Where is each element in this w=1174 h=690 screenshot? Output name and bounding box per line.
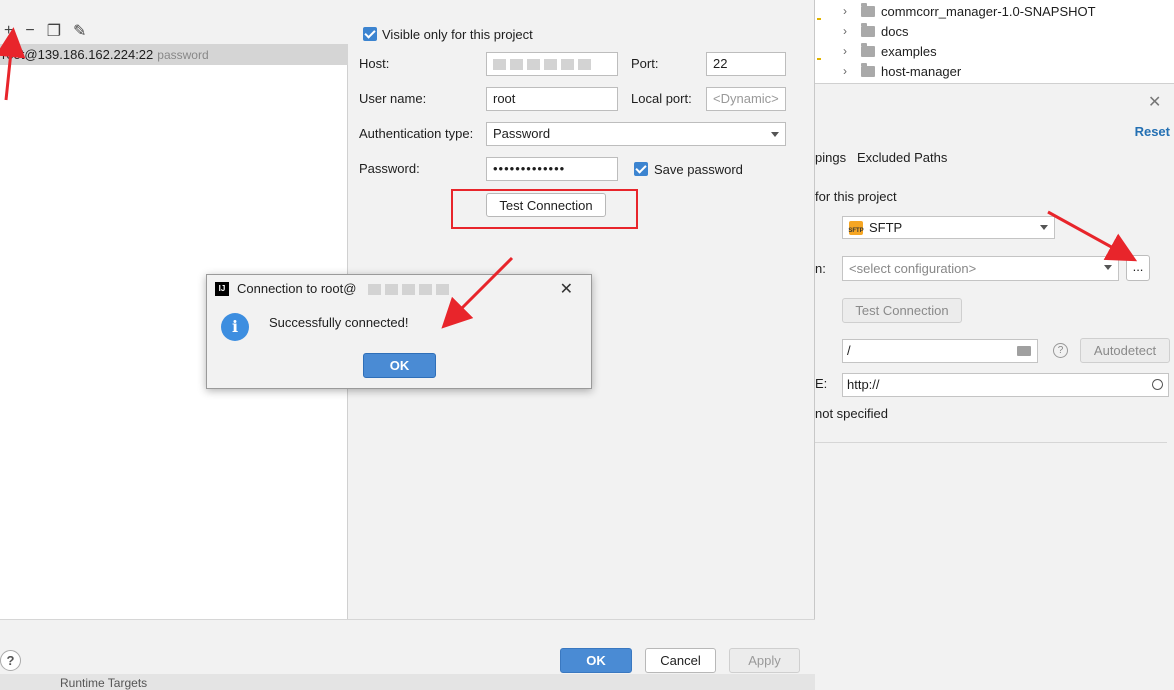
redacted-text — [402, 284, 416, 296]
auth-type-label: Authentication type: — [359, 126, 474, 141]
cancel-button[interactable]: Cancel — [645, 648, 716, 673]
gutter-mark — [817, 18, 821, 20]
chevron-right-icon[interactable]: › — [843, 64, 855, 78]
chevron-right-icon[interactable]: › — [843, 24, 855, 38]
chevron-down-icon — [1040, 225, 1048, 230]
deployment-type-value: SFTP — [869, 220, 903, 235]
save-password-checkbox[interactable] — [634, 162, 648, 176]
root-path-input[interactable]: / — [842, 339, 1038, 363]
popup-message: Successfully connected! — [269, 315, 409, 330]
runtime-targets-label[interactable]: Runtime Targets — [60, 676, 147, 690]
local-port-input[interactable]: <Dynamic> — [706, 87, 786, 111]
folder-open-icon[interactable] — [1017, 346, 1031, 356]
chevron-down-icon — [771, 132, 779, 137]
host-label: Host: — [359, 56, 390, 71]
tree-item[interactable]: › examples — [843, 41, 937, 61]
auth-type-select[interactable]: Password — [486, 122, 786, 146]
deployment-type-select[interactable]: SFTP SFTP — [842, 216, 1055, 239]
username-input[interactable]: root — [486, 87, 618, 111]
chevron-right-icon[interactable]: › — [843, 4, 855, 18]
list-item-host: root@139.186.162.224:22 — [2, 47, 154, 62]
port-label: Port: — [631, 56, 659, 71]
divider — [815, 442, 1167, 443]
redacted-text — [436, 284, 450, 296]
copy-icon[interactable]: ❐ — [47, 21, 61, 41]
popup-title: IJ Connection to root@ — [215, 281, 453, 296]
tree-item-label: host-manager — [881, 63, 962, 79]
help-button[interactable]: ? — [0, 650, 21, 671]
web-url-input[interactable]: http:// — [842, 373, 1169, 397]
visible-for-project-label: for this project — [815, 189, 897, 204]
redacted-text — [544, 59, 557, 71]
tree-item[interactable]: › commcorr_manager-1.0-SNAPSHOT — [843, 1, 1096, 21]
autodetect-button[interactable]: Autodetect — [1080, 338, 1170, 363]
info-icon: i — [221, 313, 249, 341]
web-url-value: http:// — [847, 377, 880, 392]
help-icon[interactable]: ? — [1053, 343, 1068, 358]
redacted-host — [368, 281, 453, 296]
web-url-label: E: — [815, 376, 828, 391]
chevron-down-icon — [1104, 265, 1112, 270]
chevron-right-icon[interactable]: › — [843, 44, 855, 58]
redacted-text — [561, 59, 574, 71]
popup-title-text: Connection to root@ — [237, 281, 357, 296]
host-input[interactable] — [486, 52, 618, 76]
password-label: Password: — [359, 161, 420, 176]
add-icon[interactable]: + — [4, 22, 13, 40]
apply-button[interactable]: Apply — [729, 648, 800, 673]
redacted-text — [493, 59, 506, 71]
project-tree: › commcorr_manager-1.0-SNAPSHOT › docs ›… — [815, 0, 1174, 84]
close-icon[interactable]: ✕ — [560, 279, 573, 299]
deployment-test-connection-button[interactable]: Test Connection — [842, 298, 962, 323]
gutter-mark — [817, 58, 821, 60]
deployment-settings-panel: › commcorr_manager-1.0-SNAPSHOT › docs ›… — [815, 0, 1174, 690]
redacted-text — [419, 284, 433, 296]
tree-item-label: commcorr_manager-1.0-SNAPSHOT — [881, 3, 1096, 19]
folder-icon — [861, 62, 875, 77]
visible-only-label: Visible only for this project — [382, 27, 533, 42]
auth-type-value: Password — [493, 126, 551, 141]
local-port-label: Local port: — [631, 91, 692, 106]
tree-item-label: examples — [881, 43, 937, 59]
tree-item-label: docs — [881, 23, 909, 39]
ssh-config-label: n: — [815, 261, 826, 276]
tab-excluded-paths[interactable]: Excluded Paths — [857, 150, 947, 165]
visible-only-checkbox[interactable] — [363, 27, 377, 41]
remove-icon[interactable]: − — [25, 22, 34, 40]
password-input[interactable]: ••••••••••••• — [486, 157, 618, 181]
close-icon[interactable]: ✕ — [1148, 92, 1161, 112]
config-toolbar: + − ❐ ✎ — [0, 18, 348, 44]
ok-button[interactable]: OK — [560, 648, 632, 673]
tab-mappings[interactable]: pings — [815, 150, 846, 165]
redacted-text — [578, 59, 591, 71]
highlight-box — [451, 189, 638, 229]
list-item[interactable]: root@139.186.162.224:22 password — [0, 44, 348, 65]
intellij-logo-icon: IJ — [215, 281, 229, 296]
runtime-targets-strip: Runtime Targets — [0, 674, 815, 690]
folder-icon — [861, 42, 875, 57]
reset-link[interactable]: Reset — [1135, 124, 1170, 139]
root-path-value: / — [847, 343, 851, 358]
redacted-text — [385, 284, 399, 296]
folder-icon — [861, 22, 875, 37]
port-input[interactable]: 22 — [706, 52, 786, 76]
ssh-config-placeholder: <select configuration> — [849, 261, 977, 276]
popup-ok-button[interactable]: OK — [363, 353, 436, 378]
globe-icon[interactable] — [1152, 379, 1163, 390]
not-specified-label: not specified — [815, 406, 888, 421]
redacted-text — [368, 284, 382, 296]
folder-icon — [861, 2, 875, 17]
redacted-text — [527, 59, 540, 71]
edit-icon[interactable]: ✎ — [73, 21, 86, 41]
sftp-icon: SFTP — [848, 220, 864, 235]
browse-ssh-configs-button[interactable]: ... — [1126, 255, 1150, 281]
redacted-text — [510, 59, 523, 71]
username-label: User name: — [359, 91, 427, 106]
tree-item[interactable]: › host-manager — [843, 61, 961, 81]
connection-success-dialog: IJ Connection to root@ ✕ i Successfully … — [206, 274, 592, 389]
tree-item[interactable]: › docs — [843, 21, 908, 41]
list-item-auth: password — [157, 47, 209, 62]
save-password-label: Save password — [654, 162, 743, 177]
ssh-config-select[interactable]: <select configuration> — [842, 256, 1119, 281]
